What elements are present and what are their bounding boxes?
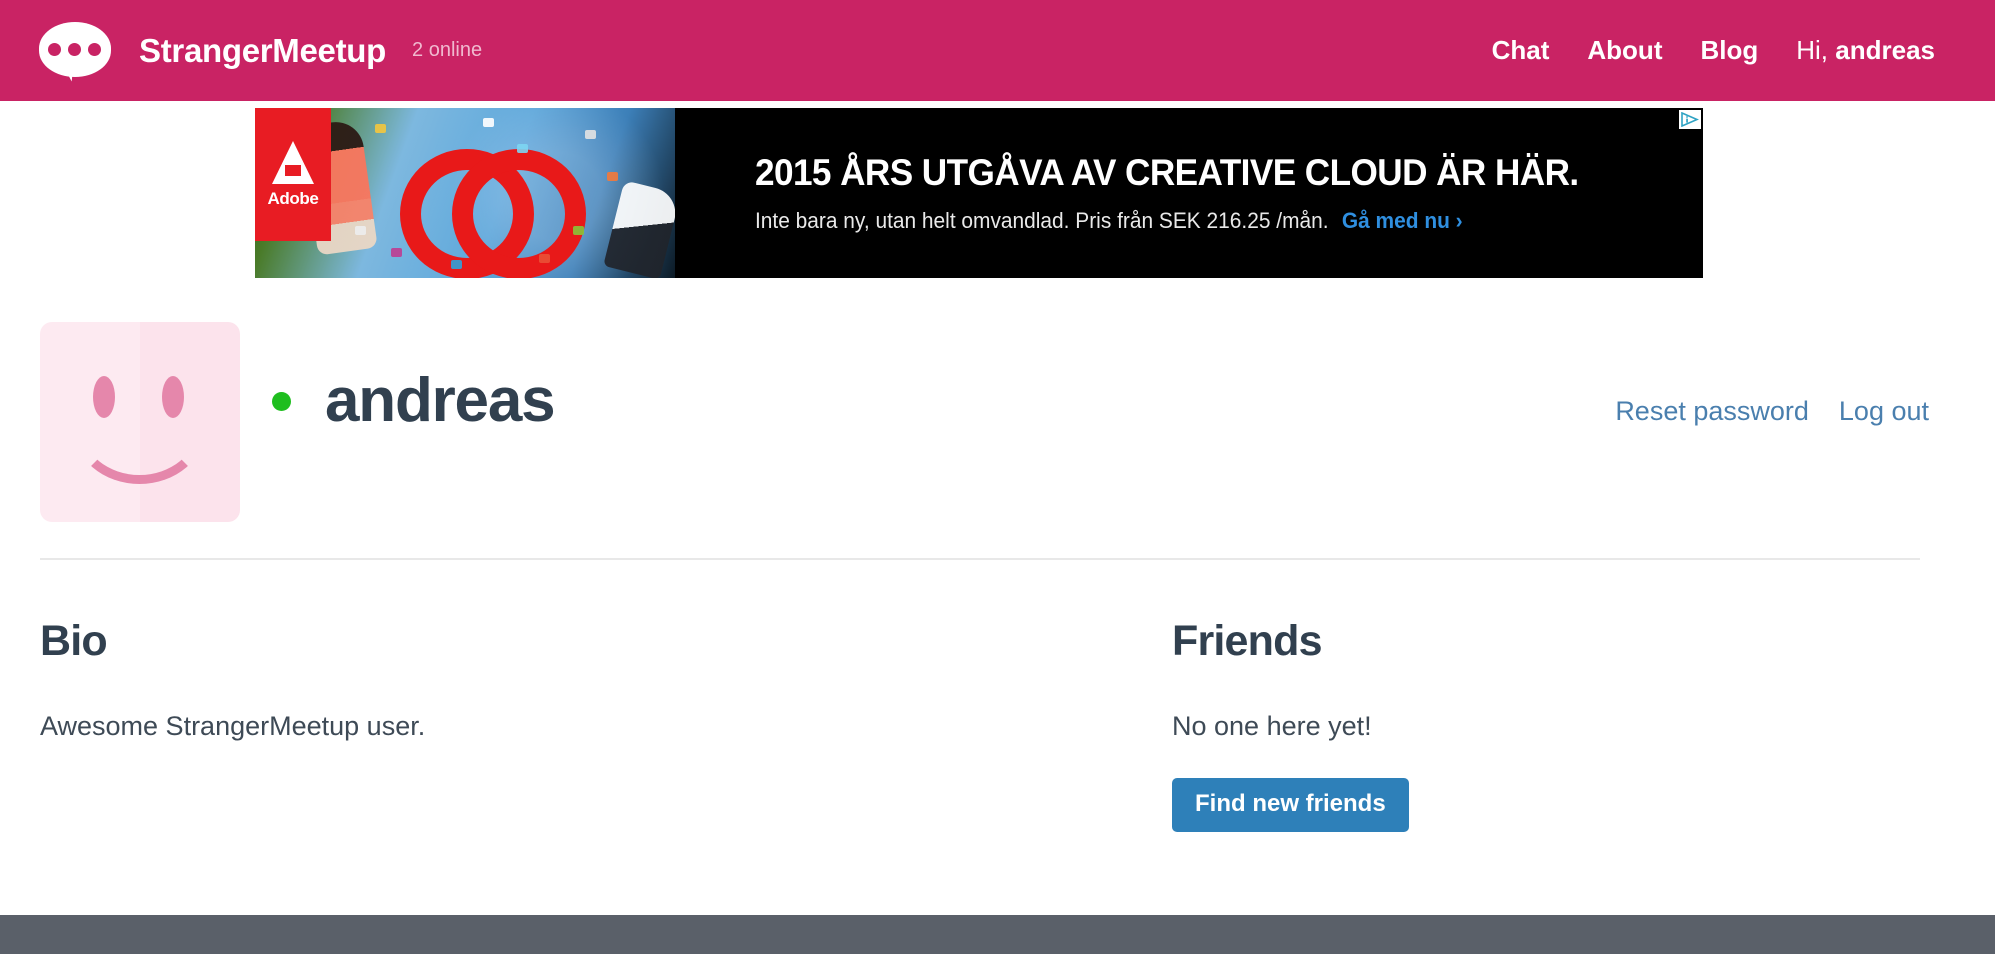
ad-copy: 2015 ÅRS UTGÅVA AV CREATIVE CLOUD ÄR HÄR… [675,108,1703,278]
main-navigation: Chat About Blog Hi, andreas [1492,35,1935,66]
site-footer [0,915,1995,954]
page-title: andreas [325,370,554,432]
speech-bubble-icon [33,20,115,82]
creative-cloud-logo-icon [400,141,560,245]
adobe-wordmark: Adobe [268,189,319,209]
brand-group[interactable]: StrangerMeetup 2 online [33,20,482,82]
brand-name: StrangerMeetup [139,32,386,70]
adchoices-icon[interactable] [1679,110,1701,129]
greeting-prefix: Hi, [1796,35,1828,65]
ad-subline: Inte bara ny, utan helt omvandlad. Pris … [755,208,1627,234]
ad-subline-text: Inte bara ny, utan helt omvandlad. Pris … [755,208,1329,233]
nav-link-about[interactable]: About [1587,35,1662,66]
bio-title: Bio [40,620,1120,663]
user-greeting[interactable]: Hi, andreas [1796,35,1935,66]
ad-cta-link[interactable]: Gå med nu › [1342,208,1463,233]
site-header: StrangerMeetup 2 online Chat About Blog … [0,0,1995,101]
nav-link-blog[interactable]: Blog [1700,35,1758,66]
log-out-link[interactable]: Log out [1839,396,1929,427]
greeting-username: andreas [1835,35,1935,65]
bio-text: Awesome StrangerMeetup user. [40,710,1120,742]
section-divider [40,558,1920,560]
profile-header: andreas Reset password Log out [0,322,1995,522]
friends-section: Friends No one here yet! Find new friend… [1172,620,1932,832]
bio-section: Bio Awesome StrangerMeetup user. [40,620,1120,742]
friends-title: Friends [1172,620,1932,663]
reset-password-link[interactable]: Reset password [1615,396,1809,427]
smiley-avatar-icon[interactable] [40,322,240,522]
username-block: andreas [272,370,554,432]
find-new-friends-button[interactable]: Find new friends [1172,778,1409,832]
adobe-logo-icon: Adobe [255,108,331,241]
online-count: 2 online [412,39,482,62]
friends-empty-text: No one here yet! [1172,710,1932,742]
account-links: Reset password Log out [1615,396,1929,427]
ad-headline: 2015 ÅRS UTGÅVA AV CREATIVE CLOUD ÄR HÄR… [755,152,1627,194]
advertisement-banner[interactable]: Adobe 2015 ÅRS UTGÅVA AV CREATIVE CLOUD … [255,108,1703,278]
status-badge-online [272,392,291,411]
nav-link-chat[interactable]: Chat [1492,35,1550,66]
